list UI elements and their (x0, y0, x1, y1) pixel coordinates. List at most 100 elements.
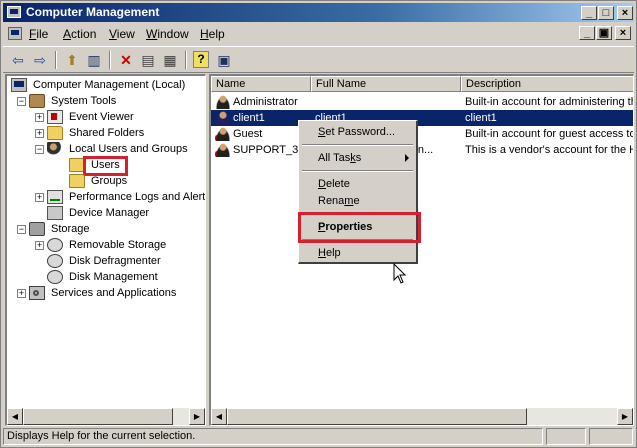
user-icon (215, 111, 231, 125)
menu-separator (302, 144, 413, 146)
title-bar[interactable]: Computer Management _ □ × (3, 3, 634, 22)
services-icon (29, 286, 45, 300)
menu-item-delete[interactable]: Delete (301, 176, 415, 192)
status-bar: Displays Help for the current selection. (3, 428, 634, 446)
window-title: Computer Management (26, 5, 160, 19)
defragmenter-icon (47, 254, 63, 268)
properties-icon[interactable]: ▤ (139, 51, 157, 69)
tree-item-performance-logs[interactable]: + Performance Logs and Alerts (11, 190, 205, 205)
export-list-icon[interactable]: ▦ (161, 51, 179, 69)
device-manager-icon (47, 206, 63, 220)
help-icon[interactable]: ? (193, 51, 209, 68)
scroll-thumb[interactable] (227, 408, 527, 425)
tree-item-disk-management[interactable]: Disk Management (11, 270, 201, 285)
app-icon[interactable] (7, 6, 21, 18)
scroll-left-icon[interactable]: ◀ (211, 408, 227, 425)
menu-item-help[interactable]: Help (301, 245, 415, 261)
column-header-full-name[interactable]: Full Name (311, 76, 461, 92)
tree-item-removable-storage[interactable]: + Removable Storage (11, 238, 201, 253)
performance-icon (47, 190, 63, 204)
menu-bar: File Action View Window Help _ ▣ × (3, 24, 634, 44)
menu-action[interactable]: Action (63, 27, 96, 41)
scroll-left-icon[interactable]: ◀ (7, 408, 23, 425)
column-header-name[interactable]: Name (211, 76, 311, 92)
mdi-restore-button[interactable]: ▣ (596, 26, 612, 40)
storage-icon (29, 222, 45, 236)
toolbar-separator (185, 51, 187, 69)
mdi-minimize-button[interactable]: _ (579, 26, 595, 40)
show-hide-tree-icon[interactable]: ▥ (85, 51, 103, 69)
toolbar: ⇦ ⇨ ⬆ ▥ ✕ ▤ ▦ ? ▣ (3, 46, 634, 73)
computer-management-window: Computer Management _ □ × File Action Vi… (0, 0, 637, 448)
expand-icon[interactable]: + (17, 289, 26, 298)
collapse-icon[interactable]: − (17, 225, 26, 234)
toolbar-separator (109, 51, 111, 69)
user-list-pane: Name Full Name Description Administrator… (209, 74, 634, 426)
user-row-guest[interactable]: Guest Built-in account for guest access … (211, 126, 633, 142)
properties-highlight-box (298, 212, 421, 243)
user-disabled-icon (215, 143, 231, 157)
minimize-button[interactable]: _ (581, 6, 597, 20)
users-group-icon (47, 142, 63, 156)
tree-item-local-users-groups[interactable]: − Local Users and Groups (11, 142, 201, 157)
up-folder-icon[interactable]: ⬆ (63, 51, 81, 69)
scroll-right-icon[interactable]: ▶ (617, 408, 633, 425)
menu-file[interactable]: File (29, 27, 48, 41)
user-disabled-icon (215, 127, 231, 141)
tree-item-event-viewer[interactable]: + Event Viewer (11, 110, 201, 125)
expand-icon[interactable]: + (35, 113, 44, 122)
mouse-cursor-icon (393, 263, 407, 284)
tree-item-device-manager[interactable]: Device Manager (11, 206, 201, 221)
computer-icon (11, 78, 27, 92)
tree-item-system-tools[interactable]: − System Tools (11, 94, 201, 109)
menu-item-rename[interactable]: Rename (301, 193, 415, 209)
submenu-arrow-icon (405, 154, 409, 162)
console-menu-icon[interactable] (8, 27, 22, 40)
status-panel (546, 428, 586, 445)
maximize-button[interactable]: □ (598, 6, 614, 20)
menu-item-set-password[interactable]: Set Password... (301, 124, 415, 140)
menu-view[interactable]: View (109, 27, 135, 41)
console-tree-icon[interactable]: ▣ (215, 51, 233, 69)
expand-icon[interactable]: + (35, 241, 44, 250)
tree-item-disk-defragmenter[interactable]: Disk Defragmenter (11, 254, 201, 269)
scroll-right-icon[interactable]: ▶ (189, 408, 205, 425)
users-highlight-box (83, 156, 128, 176)
disk-management-icon (47, 270, 63, 284)
menu-window[interactable]: Window (146, 27, 189, 41)
tree-item-groups[interactable]: Groups (11, 174, 201, 189)
shared-folder-icon (47, 126, 63, 140)
scroll-thumb[interactable] (23, 408, 173, 425)
menu-item-all-tasks[interactable]: All Tasks (301, 150, 415, 166)
console-tree-pane: Computer Management (Local) − System Too… (5, 74, 206, 426)
back-arrow-icon[interactable]: ⇦ (9, 51, 27, 69)
tree-horizontal-scrollbar[interactable]: ◀ ▶ (7, 408, 205, 425)
event-viewer-icon (47, 110, 63, 124)
collapse-icon[interactable]: − (17, 97, 26, 106)
menu-help[interactable]: Help (200, 27, 225, 41)
forward-arrow-icon[interactable]: ⇨ (31, 51, 49, 69)
user-row-support[interactable]: SUPPORT_38... ...ation... This is a vend… (211, 142, 633, 158)
collapse-icon[interactable]: − (35, 145, 44, 154)
menu-separator (302, 170, 413, 172)
status-text: Displays Help for the current selection. (3, 428, 543, 445)
user-icon (215, 95, 231, 109)
mdi-close-button[interactable]: × (615, 26, 631, 40)
column-header-description[interactable]: Description (461, 76, 633, 92)
tree-item-computer-management[interactable]: Computer Management (Local) (11, 78, 201, 93)
close-button[interactable]: × (617, 6, 633, 20)
tree-item-storage[interactable]: − Storage (11, 222, 201, 237)
status-panel (589, 428, 633, 445)
expand-icon[interactable]: + (35, 193, 44, 202)
toolbar-separator (55, 51, 57, 69)
user-row-client1[interactable]: client1 client1 client1 (211, 110, 633, 126)
tree-item-services-applications[interactable]: + Services and Applications (11, 286, 201, 301)
folder-icon (69, 174, 85, 188)
delete-icon[interactable]: ✕ (117, 51, 135, 69)
removable-storage-icon (47, 238, 63, 252)
tree-item-shared-folders[interactable]: + Shared Folders (11, 126, 201, 141)
list-horizontal-scrollbar[interactable]: ◀ ▶ (211, 408, 633, 425)
expand-icon[interactable]: + (35, 129, 44, 138)
user-row-administrator[interactable]: Administrator Built-in account for admin… (211, 94, 633, 110)
toolbox-icon (29, 94, 45, 108)
